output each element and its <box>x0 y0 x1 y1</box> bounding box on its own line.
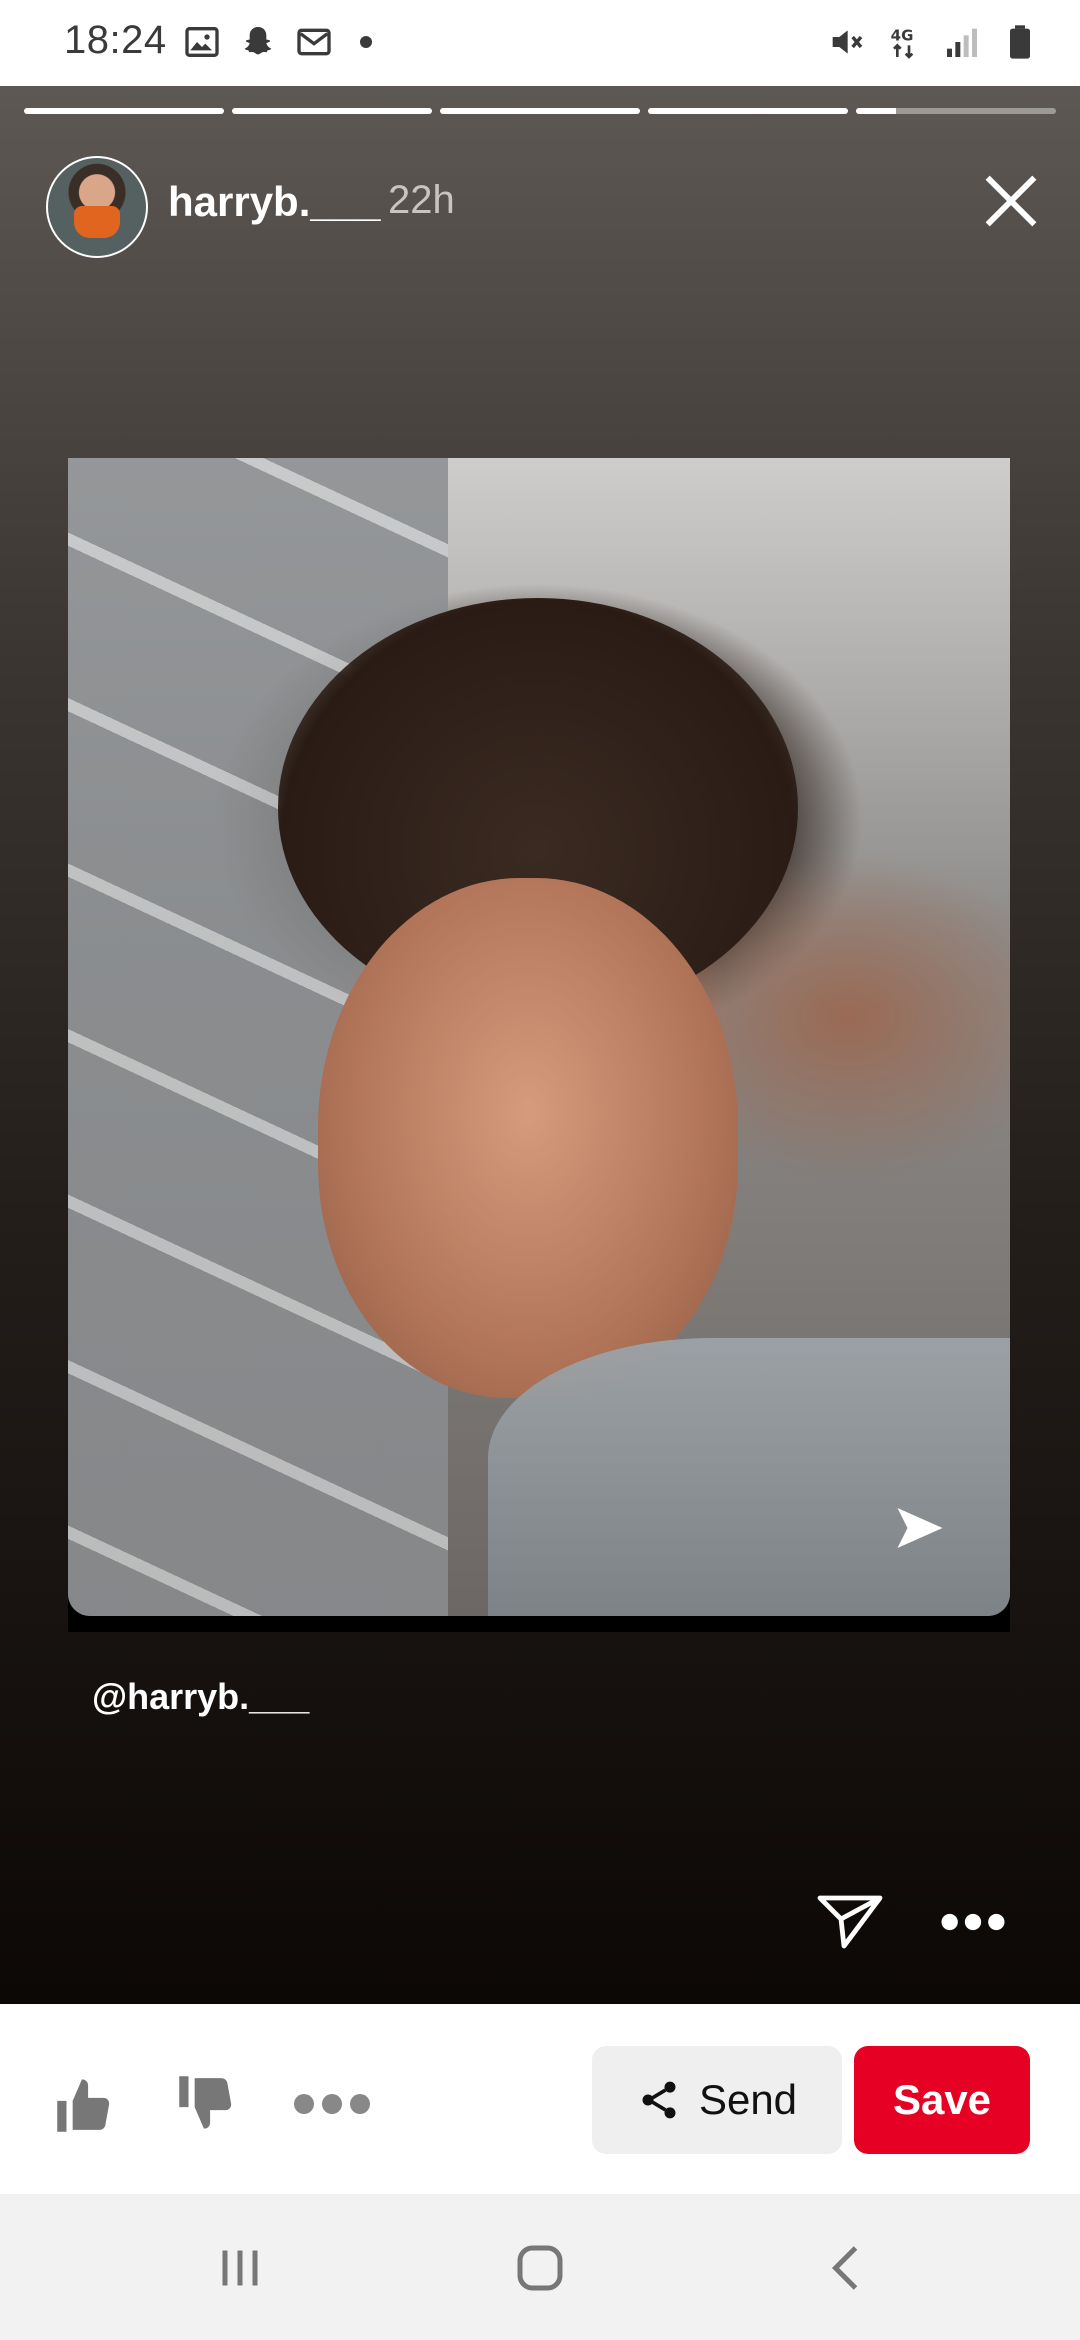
progress-segment <box>856 108 1056 114</box>
status-bar: 18:24 4G <box>0 0 1080 86</box>
notification-dot-icon <box>360 36 372 48</box>
svg-text:4G: 4G <box>891 26 914 44</box>
gallery-icon <box>185 27 219 57</box>
4g-data-icon: 4G <box>891 26 914 59</box>
story-media[interactable] <box>68 458 1010 1632</box>
action-bar: Send Save <box>0 2004 1080 2194</box>
story-progress <box>24 108 1056 114</box>
thumbs-down-icon[interactable] <box>170 2064 244 2144</box>
share-icon <box>642 2081 676 2119</box>
recents-icon[interactable] <box>210 2238 270 2298</box>
gmail-icon <box>297 28 331 56</box>
more-options-icon[interactable] <box>938 1892 1008 1952</box>
status-time: 18:24 <box>64 18 167 62</box>
send-button[interactable]: Send <box>592 2046 842 2154</box>
signal-icon <box>947 28 977 57</box>
forward-arrow-icon[interactable] <box>890 1498 950 1558</box>
story-username[interactable]: harryb.___ <box>168 178 380 226</box>
progress-segment <box>24 108 224 114</box>
more-icon[interactable] <box>292 2090 372 2118</box>
story-viewer[interactable]: harryb.___ 22h @harryb.___ <box>0 86 1080 2004</box>
system-nav-bar <box>0 2194 1080 2340</box>
story-time-ago: 22h <box>388 178 455 222</box>
story-photo <box>68 458 1010 1616</box>
send-button-label: Send <box>698 2076 798 2123</box>
mute-icon <box>832 30 863 54</box>
progress-segment <box>648 108 848 114</box>
back-icon[interactable] <box>818 2238 878 2298</box>
thumbs-up-icon[interactable] <box>48 2064 122 2144</box>
progress-segment <box>440 108 640 114</box>
status-icons-right: 4G <box>826 22 1040 62</box>
send-story-icon[interactable] <box>814 1886 886 1958</box>
save-button[interactable]: Save <box>854 2046 1030 2154</box>
close-icon[interactable] <box>976 166 1046 236</box>
status-icons-left <box>182 22 372 62</box>
home-icon[interactable] <box>510 2238 570 2298</box>
story-mention[interactable]: @harryb.___ <box>92 1676 309 1718</box>
battery-icon <box>1010 25 1030 59</box>
progress-segment <box>232 108 432 114</box>
snapchat-icon <box>244 27 272 55</box>
avatar[interactable] <box>46 156 148 258</box>
